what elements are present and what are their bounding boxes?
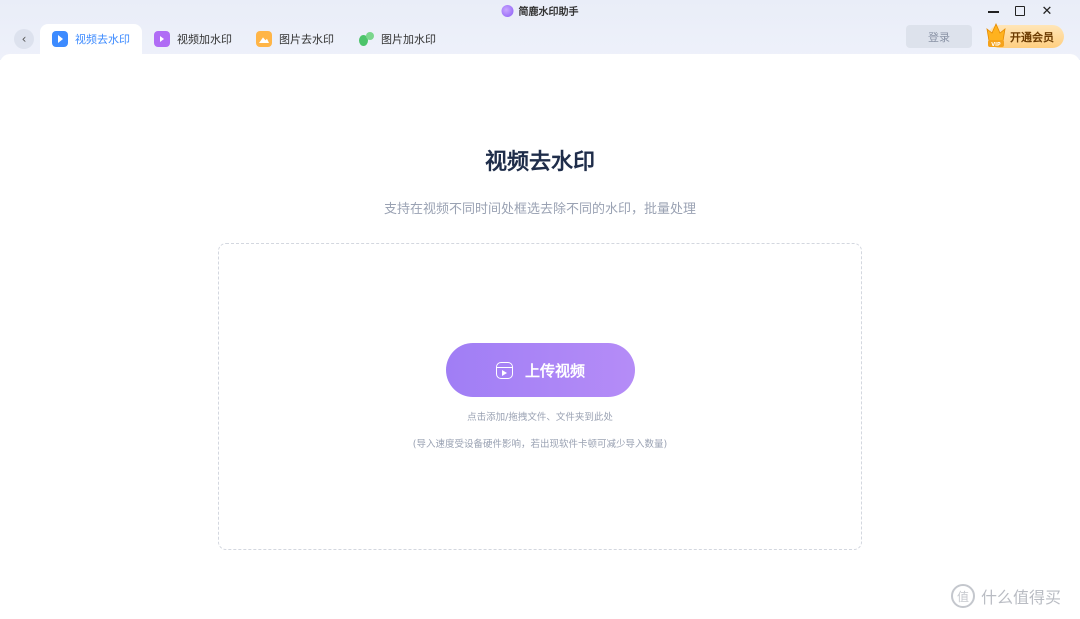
minimize-icon: [987, 11, 999, 13]
upload-label: 上传视频: [524, 361, 585, 380]
close-button[interactable]: ✕: [1037, 2, 1057, 20]
app-window: 简鹿水印助手 ✕ ‹ 视频去水印 视频加水印 图片去水印 图片加水印 登录 开通…: [0, 0, 1080, 619]
main-content: 视频去水印 支持在视频不同时间处框选去除不同的水印，批量处理 上传视频 点击添加…: [0, 54, 1080, 619]
vip-badge-text: VIP: [991, 42, 1001, 48]
video-file-icon: [495, 361, 513, 379]
close-icon: ✕: [1041, 3, 1053, 19]
file-drop-zone[interactable]: 上传视频 点击添加/拖拽文件、文件夹到此处 (导入速度受设备硬件影响，若出现软件…: [218, 243, 862, 550]
maximize-button[interactable]: [1010, 2, 1030, 20]
watermark-text: 什么值得买: [981, 588, 1062, 607]
image-remove-icon: [256, 31, 272, 47]
minimize-button[interactable]: [983, 2, 1003, 20]
tab-video-add-watermark[interactable]: 视频加水印: [142, 24, 244, 54]
drop-hint: 点击添加/拖拽文件、文件夹到此处: [467, 412, 613, 423]
app-title-text: 简鹿水印助手: [518, 7, 579, 18]
back-button[interactable]: ‹: [14, 29, 34, 49]
watermark-logo-icon: 值: [951, 584, 975, 608]
page-title: 视频去水印: [484, 150, 595, 175]
tab-label: 图片去水印: [279, 33, 334, 46]
upload-video-button[interactable]: 上传视频: [446, 343, 635, 397]
video-remove-icon: [52, 31, 68, 47]
tab-image-remove-watermark[interactable]: 图片去水印: [244, 24, 346, 54]
tab-image-add-watermark[interactable]: 图片加水印: [346, 24, 448, 54]
app-logo-icon: [501, 4, 514, 17]
site-watermark: 值 什么值得买: [951, 584, 1061, 608]
page-subtitle: 支持在视频不同时间处框选去除不同的水印，批量处理: [383, 202, 696, 217]
video-add-icon: [154, 31, 170, 47]
vip-label: 开通会员: [1010, 30, 1054, 44]
tab-label: 视频加水印: [177, 33, 232, 46]
tab-label: 视频去水印: [75, 33, 130, 46]
login-button[interactable]: 登录: [906, 25, 972, 48]
vip-crown-icon: VIP: [986, 23, 1006, 48]
maximize-icon: [1015, 6, 1025, 16]
app-title: 简鹿水印助手: [501, 3, 579, 18]
leaf-shape: [366, 32, 374, 40]
chevron-left-icon: ‹: [21, 32, 27, 46]
tab-bar: 视频去水印 视频加水印 图片去水印 图片加水印: [40, 24, 448, 54]
title-bar: 简鹿水印助手 ✕: [0, 0, 1080, 22]
tab-label: 图片加水印: [381, 33, 436, 46]
import-note: (导入速度受设备硬件影响，若出现软件卡顿可减少导入数量): [412, 439, 668, 450]
tab-video-remove-watermark[interactable]: 视频去水印: [40, 24, 142, 54]
image-add-icon: [358, 31, 374, 47]
